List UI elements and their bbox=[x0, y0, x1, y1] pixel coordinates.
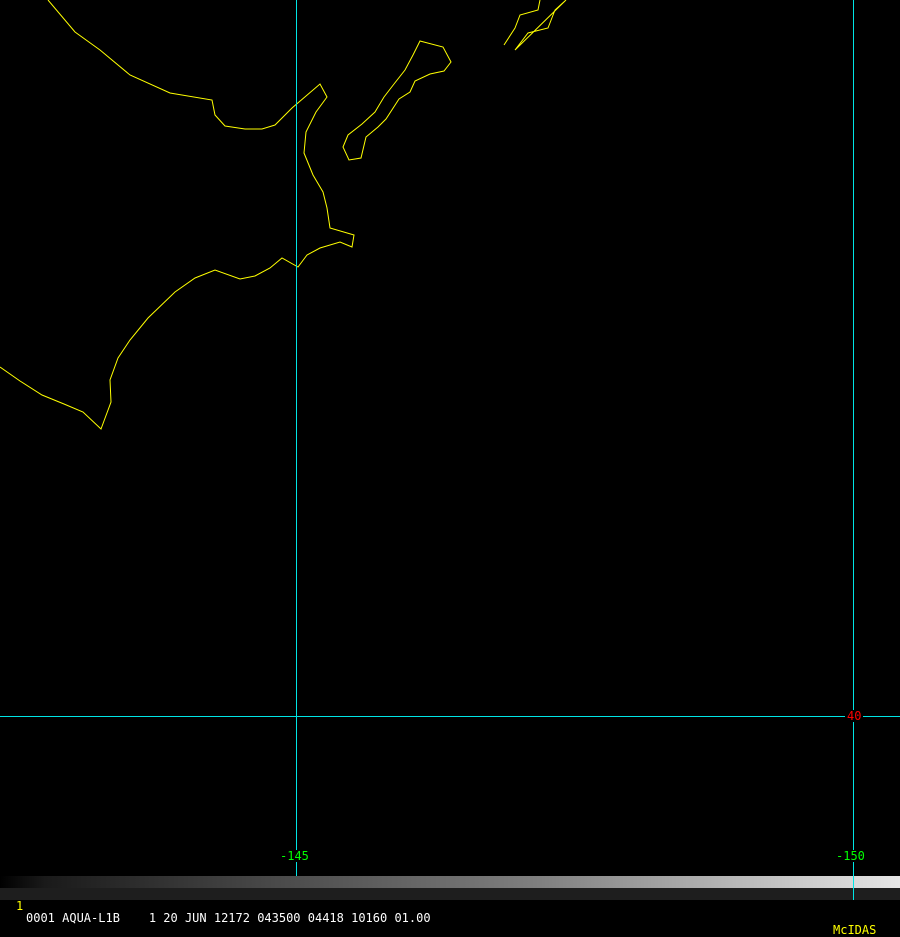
coastlines bbox=[0, 0, 567, 430]
lat-lon-grid bbox=[0, 0, 900, 900]
latitude-label-40: 40 bbox=[845, 709, 864, 723]
frame-number: 1 bbox=[16, 899, 24, 913]
coastline-island bbox=[342, 40, 452, 161]
grid-overlay-bar bbox=[853, 876, 854, 900]
coastline-main bbox=[0, 0, 355, 430]
mcidas-logo: McIDAS bbox=[833, 923, 877, 937]
longitude-label-150: -150 bbox=[834, 849, 867, 863]
image-info: 0001 AQUA-L1B 1 20 JUN 12172 043500 0441… bbox=[26, 911, 431, 925]
satellite-map bbox=[0, 0, 900, 900]
coastline-northeast bbox=[503, 0, 567, 51]
longitude-label-145: -145 bbox=[278, 849, 311, 863]
